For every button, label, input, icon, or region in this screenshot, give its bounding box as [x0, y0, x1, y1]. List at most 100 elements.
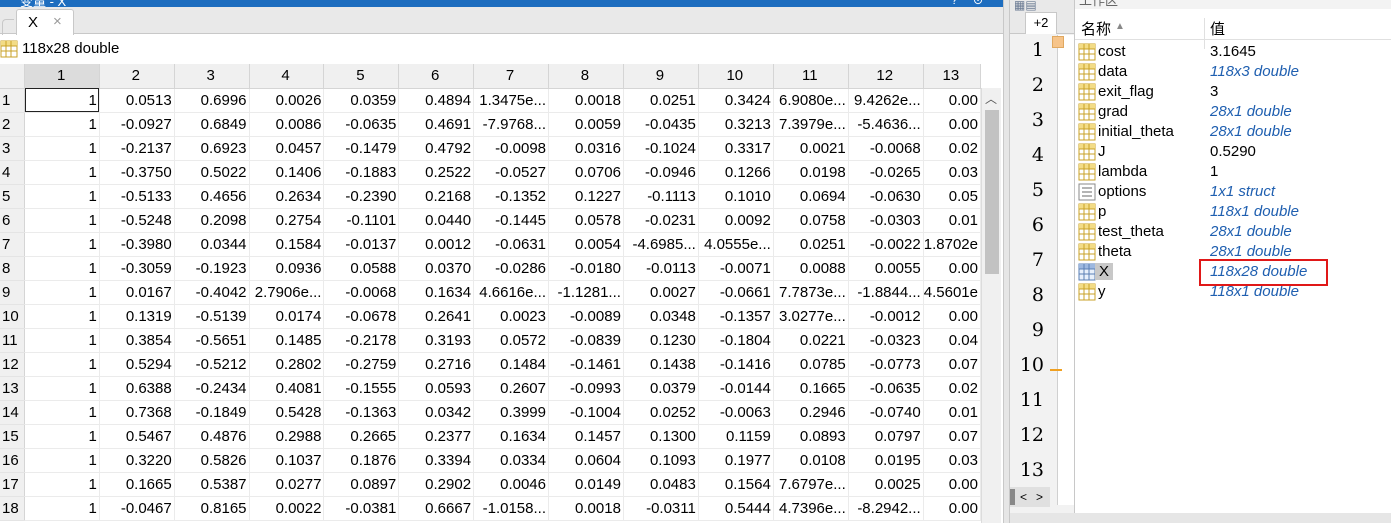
table-cell[interactable]: 0.4792 [398, 136, 475, 161]
workspace-variable-row[interactable]: grad 28x1 double [1075, 102, 1391, 122]
window-controls[interactable]: ? ⊙ [951, 0, 989, 7]
table-cell[interactable]: 0.0149 [548, 472, 624, 497]
table-cell[interactable]: 0.0604 [548, 448, 624, 473]
table-cell[interactable]: 0.6923 [174, 136, 250, 161]
table-cell[interactable]: 7.3979e... [773, 112, 849, 137]
table-cell[interactable]: -0.0678 [323, 304, 400, 329]
table-cell[interactable]: 0.1977 [698, 448, 774, 473]
table-cell[interactable]: -0.1416 [698, 352, 774, 377]
column-header[interactable]: 3 [174, 64, 250, 89]
table-cell[interactable]: -0.2137 [99, 136, 175, 161]
table-cell[interactable]: 1 [24, 448, 100, 473]
table-cell[interactable]: -8.2942... [848, 496, 924, 521]
table-cell[interactable]: -0.0527 [473, 160, 549, 185]
table-cell[interactable]: 0.1584 [249, 232, 325, 257]
table-cell[interactable]: -0.1445 [473, 208, 549, 233]
row-header[interactable]: 1 [0, 88, 26, 113]
table-cell[interactable]: 0.0046 [473, 472, 549, 497]
table-cell[interactable]: -0.1357 [698, 304, 774, 329]
table-cell[interactable]: -0.1352 [473, 184, 549, 209]
table-cell[interactable]: 0.0897 [323, 472, 400, 497]
column-header[interactable]: 9 [623, 64, 699, 89]
table-cell[interactable]: 0.3213 [698, 112, 774, 137]
table-cell[interactable]: 0.0018 [548, 88, 624, 113]
table-cell[interactable]: 1 [24, 496, 100, 521]
table-cell[interactable]: 0.02 [923, 136, 981, 161]
workspace-variable-row[interactable]: lambda 1 [1075, 162, 1391, 182]
table-cell[interactable]: 0.2988 [249, 424, 325, 449]
table-cell[interactable]: 1 [24, 352, 100, 377]
workspace-variable-row[interactable]: test_theta 28x1 double [1075, 222, 1391, 242]
more-tabs-button[interactable]: +2 [1025, 12, 1057, 34]
table-cell[interactable]: 9.4262e... [848, 88, 924, 113]
table-cell[interactable]: -0.0071 [698, 256, 774, 281]
table-cell[interactable]: -0.0740 [848, 400, 924, 425]
sort-ascending-icon[interactable]: ▲ [1115, 21, 1125, 32]
table-cell[interactable]: 0.0316 [548, 136, 624, 161]
table-cell[interactable]: 0.0578 [548, 208, 624, 233]
table-cell[interactable]: 3.0277e... [773, 304, 849, 329]
scroll-right-icon[interactable]: > [1036, 487, 1043, 507]
table-cell[interactable]: 0.2802 [249, 352, 325, 377]
table-cell[interactable]: 0.0334 [473, 448, 549, 473]
table-cell[interactable]: -0.5139 [174, 304, 250, 329]
table-cell[interactable]: -0.1849 [174, 400, 250, 425]
table-cell[interactable]: 0.1010 [698, 184, 774, 209]
scroll-left-icon[interactable]: < [1020, 487, 1027, 507]
table-cell[interactable]: 0.0348 [623, 304, 699, 329]
table-cell[interactable]: 1.3475e... [473, 88, 549, 113]
column-header[interactable]: 1 [24, 64, 100, 89]
table-cell[interactable]: 0.0086 [249, 112, 325, 137]
table-cell[interactable]: 0.0758 [773, 208, 849, 233]
table-cell[interactable]: 7.7873e... [773, 280, 849, 305]
table-cell[interactable]: 0.4656 [174, 184, 250, 209]
table-cell[interactable]: 0.1227 [548, 184, 624, 209]
scrollbar-thumb[interactable] [985, 110, 999, 274]
table-cell[interactable]: 0.0706 [548, 160, 624, 185]
table-cell[interactable]: 0.0342 [398, 400, 475, 425]
table-cell[interactable]: -0.1883 [323, 160, 400, 185]
table-cell[interactable]: -0.5248 [99, 208, 175, 233]
table-cell[interactable]: 0.5826 [174, 448, 250, 473]
table-cell[interactable]: 4.6616e... [473, 280, 549, 305]
table-cell[interactable]: 6.9080e... [773, 88, 849, 113]
table-cell[interactable]: -0.0012 [848, 304, 924, 329]
table-cell[interactable]: 0.01 [923, 208, 981, 233]
table-cell[interactable]: 0.02 [923, 376, 981, 401]
row-header[interactable]: 8 [0, 256, 26, 281]
horizontal-scrollbar[interactable]: < > [1010, 487, 1050, 507]
table-cell[interactable]: -5.4636... [848, 112, 924, 137]
column-header-name[interactable]: 名称 [1081, 18, 1111, 39]
table-cell[interactable]: 0.1230 [623, 328, 699, 353]
table-cell[interactable]: 0.2634 [249, 184, 325, 209]
table-cell[interactable]: 1 [24, 208, 100, 233]
column-header[interactable]: 7 [473, 64, 549, 89]
table-cell[interactable]: 0.0252 [623, 400, 699, 425]
table-cell[interactable]: 0.4691 [398, 112, 475, 137]
table-cell[interactable]: 0.0370 [398, 256, 475, 281]
table-cell[interactable]: -0.0927 [99, 112, 175, 137]
table-cell[interactable]: -0.3750 [99, 160, 175, 185]
table-cell[interactable]: -0.0063 [698, 400, 774, 425]
row-header[interactable]: 12 [0, 352, 26, 377]
table-cell[interactable]: -0.5212 [174, 352, 250, 377]
table-cell[interactable]: 0.5022 [174, 160, 250, 185]
table-cell[interactable]: 0.2716 [398, 352, 475, 377]
table-cell[interactable]: 0.5444 [698, 496, 774, 521]
table-cell[interactable]: 0.1319 [99, 304, 175, 329]
workspace-variable-row[interactable]: J 0.5290 [1075, 142, 1391, 162]
table-cell[interactable]: 0.0092 [698, 208, 774, 233]
workspace-variable-row[interactable]: data 118x3 double [1075, 62, 1391, 82]
table-cell[interactable]: -0.0180 [548, 256, 624, 281]
table-cell[interactable]: 1 [24, 280, 100, 305]
table-cell[interactable]: -0.3059 [99, 256, 175, 281]
table-cell[interactable]: 0.0195 [848, 448, 924, 473]
table-cell[interactable]: 0.4876 [174, 424, 250, 449]
table-cell[interactable]: 1 [24, 232, 100, 257]
table-cell[interactable]: 1 [24, 328, 100, 353]
table-cell[interactable]: -0.0022 [848, 232, 924, 257]
table-cell[interactable]: -0.1461 [548, 352, 624, 377]
table-cell[interactable]: -7.9768... [473, 112, 549, 137]
table-cell[interactable]: 0.00 [923, 256, 981, 281]
table-cell[interactable]: 1 [24, 184, 100, 209]
